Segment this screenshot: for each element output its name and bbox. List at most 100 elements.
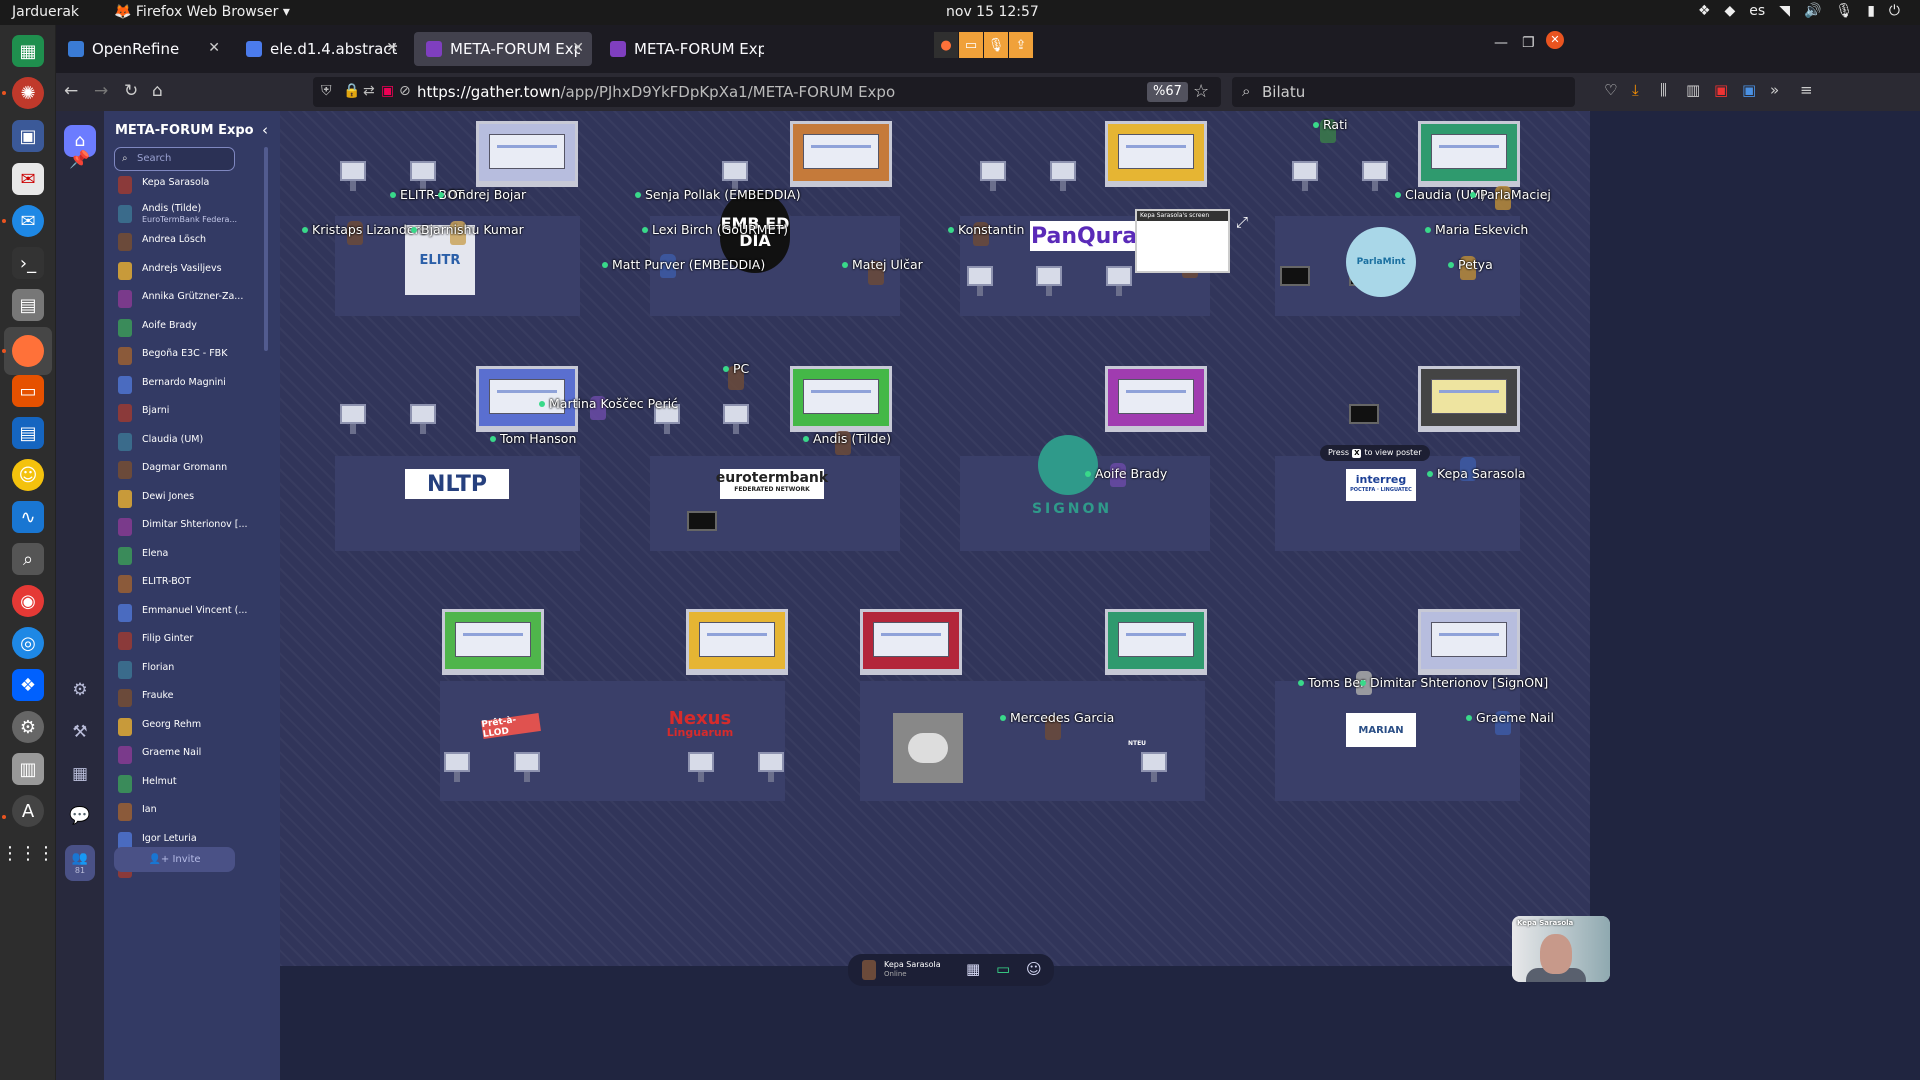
player-name-label[interactable]: Martina Koščec Perić	[539, 396, 678, 411]
desktop-app-icon[interactable]: ▣	[12, 120, 44, 152]
participants-button[interactable]: 👥 81	[65, 845, 95, 881]
player-name-label[interactable]: Kepa Sarasola	[1427, 466, 1526, 481]
downloads-icon[interactable]: ⤓	[1632, 81, 1639, 99]
writer-app-icon[interactable]: ▤	[12, 417, 44, 449]
system-tray[interactable]: ❖ ◆ es ◥ 🔊 🎙 ▮ ⏻	[1698, 3, 1900, 19]
calendar-icon[interactable]: ▦	[65, 759, 95, 789]
battery-icon[interactable]: ▮	[1867, 3, 1875, 19]
back-icon[interactable]: ←	[64, 81, 78, 101]
player-name-label[interactable]: Kristaps Lizanders	[302, 222, 426, 237]
close-tab-icon[interactable]: ✕	[386, 40, 398, 56]
player-name-label[interactable]: Petya	[1448, 257, 1493, 272]
participant-row[interactable]: Dagmar Gromann	[114, 458, 254, 482]
desk-computer[interactable]	[1050, 161, 1076, 191]
activities-button[interactable]: Jarduerak	[12, 4, 79, 20]
desk-computer[interactable]	[1141, 752, 1167, 782]
participant-row[interactable]: Claudia (UM)	[114, 430, 254, 454]
reload-icon[interactable]: ↻	[124, 81, 138, 101]
desk-computer[interactable]	[444, 752, 470, 782]
monitor[interactable]	[1280, 266, 1310, 286]
participant-row[interactable]: Begoña E3C - FBK	[114, 344, 254, 368]
player-name-label[interactable]: Mercedes Garcia	[1000, 710, 1114, 725]
update-icon[interactable]: ◆	[1725, 3, 1736, 19]
software-app-icon[interactable]: A	[12, 795, 44, 827]
poster-board[interactable]	[476, 121, 578, 187]
participant-row[interactable]: Emmanuel Vincent (...	[114, 601, 254, 625]
desk-computer[interactable]	[722, 161, 748, 191]
poster-board[interactable]	[686, 609, 788, 675]
player-name-label[interactable]: Andis (Tilde)	[803, 431, 891, 446]
participant-row[interactable]: Bjarni	[114, 401, 254, 425]
camera-sharing-icon[interactable]: ▭	[959, 32, 983, 58]
desk-computer[interactable]	[1106, 266, 1132, 296]
poster-board[interactable]	[790, 121, 892, 187]
participant-row[interactable]: Andrea Lösch	[114, 230, 254, 254]
desk-computer[interactable]	[514, 752, 540, 782]
desk-computer[interactable]	[410, 161, 436, 191]
keyboard-layout[interactable]: es	[1749, 3, 1765, 19]
map-icon[interactable]: ▦	[966, 960, 980, 978]
settings-app-icon[interactable]: ⚙	[12, 711, 44, 743]
clock[interactable]: nov 15 12:57	[946, 4, 1039, 20]
player-name-label[interactable]: Dimitar Shterionov [SignON]	[1360, 675, 1548, 690]
poster-board[interactable]	[1105, 121, 1207, 187]
tab-openrefine[interactable]: OpenRefine ✕	[56, 32, 228, 66]
chrome-app-icon[interactable]: ◉	[12, 585, 44, 617]
tab-google-doc[interactable]: ele.d1.4.abstract - Googl ✕	[234, 32, 406, 66]
sharing-indicator[interactable]: ● ▭ 🎙 ⇪	[934, 32, 1034, 58]
chat-icon[interactable]: 💬	[65, 801, 95, 831]
poster-board[interactable]	[790, 366, 892, 432]
dropbox-app-icon[interactable]: ❖	[12, 669, 44, 701]
emoji-icon[interactable]: ☺	[1026, 960, 1042, 978]
participant-row[interactable]: Helmut	[114, 772, 254, 796]
build-hammer-icon[interactable]: ⚒	[65, 717, 95, 747]
games-app-icon[interactable]: ☺	[12, 459, 44, 491]
desk-computer[interactable]	[758, 752, 784, 782]
pdf-extension-icon[interactable]: ▣	[1714, 81, 1728, 99]
gmail-app-icon[interactable]: ✉	[12, 163, 44, 195]
player-name-label[interactable]: Toms Ber	[1298, 675, 1365, 690]
zoom-level[interactable]: %67	[1147, 82, 1188, 102]
poster-board[interactable]	[1105, 609, 1207, 675]
self-video-tile[interactable]: Kepa Sarasola	[1512, 916, 1610, 982]
library-icon[interactable]: ⫼	[1660, 81, 1667, 99]
participant-row[interactable]: Annika Grützner-Za...	[114, 287, 254, 311]
cloud-logo[interactable]	[893, 713, 963, 783]
zotero-extension-icon[interactable]: ▣	[1742, 81, 1756, 99]
screen-share-thumbnail[interactable]: Kepa Sarasola's screen	[1135, 209, 1230, 273]
player-name-label[interactable]: Rati	[1313, 117, 1347, 132]
mic-blocked-icon[interactable]: ⊘	[399, 83, 411, 99]
participant-row[interactable]: Kepa Sarasola	[114, 173, 254, 197]
roster-scrollbar[interactable]	[264, 147, 268, 351]
shield-icon[interactable]: ⛨	[321, 83, 332, 99]
participant-row[interactable]: Frauke	[114, 686, 254, 710]
interreg-logo[interactable]: interreg POCTEFA · LINGUATEC	[1346, 469, 1416, 501]
desk-computer[interactable]	[723, 404, 749, 434]
screen-share-icon[interactable]: ▭	[996, 960, 1010, 978]
desk-computer[interactable]	[1362, 161, 1388, 191]
active-app-menu[interactable]: 🦊 Firefox Web Browser ▾	[114, 4, 290, 20]
home-icon[interactable]: ⌂	[152, 81, 163, 101]
archive-app-icon[interactable]: ▥	[12, 753, 44, 785]
files-app-icon[interactable]: ▤	[12, 289, 44, 321]
desk-computer[interactable]	[980, 161, 1006, 191]
player-name-label[interactable]: Lexi Birch (GoURMET)	[642, 222, 788, 237]
settings-gear-icon[interactable]: ⚙	[65, 675, 95, 705]
player-name-label[interactable]: Graeme Nail	[1466, 710, 1554, 725]
monitor-app-icon[interactable]: ∿	[12, 501, 44, 533]
minimize-icon[interactable]: —	[1494, 35, 1508, 51]
nexus-linguarum-logo[interactable]: Nexus Linguarum	[650, 710, 750, 741]
participant-row[interactable]: Andis (Tilde) EuroTermBank Federa...	[114, 202, 254, 226]
player-name-label[interactable]: Aoife Brady	[1085, 466, 1167, 481]
chromium-app-icon[interactable]: ◎	[12, 627, 44, 659]
desk-computer[interactable]	[410, 404, 436, 434]
desk-computer[interactable]	[688, 752, 714, 782]
pocket-icon[interactable]: ♡	[1604, 81, 1617, 99]
permissions-icon[interactable]: ⇄	[363, 83, 375, 99]
player-name-label[interactable]: ParlaMaciej	[1470, 187, 1551, 202]
close-tab-icon[interactable]: ✕	[208, 40, 220, 56]
desk-computer[interactable]	[967, 266, 993, 296]
parlamint-logo[interactable]: ParlaMint	[1346, 227, 1416, 297]
screen-sharing-icon[interactable]: ⇪	[1009, 32, 1033, 58]
participant-row[interactable]: Aoife Brady	[114, 316, 254, 340]
